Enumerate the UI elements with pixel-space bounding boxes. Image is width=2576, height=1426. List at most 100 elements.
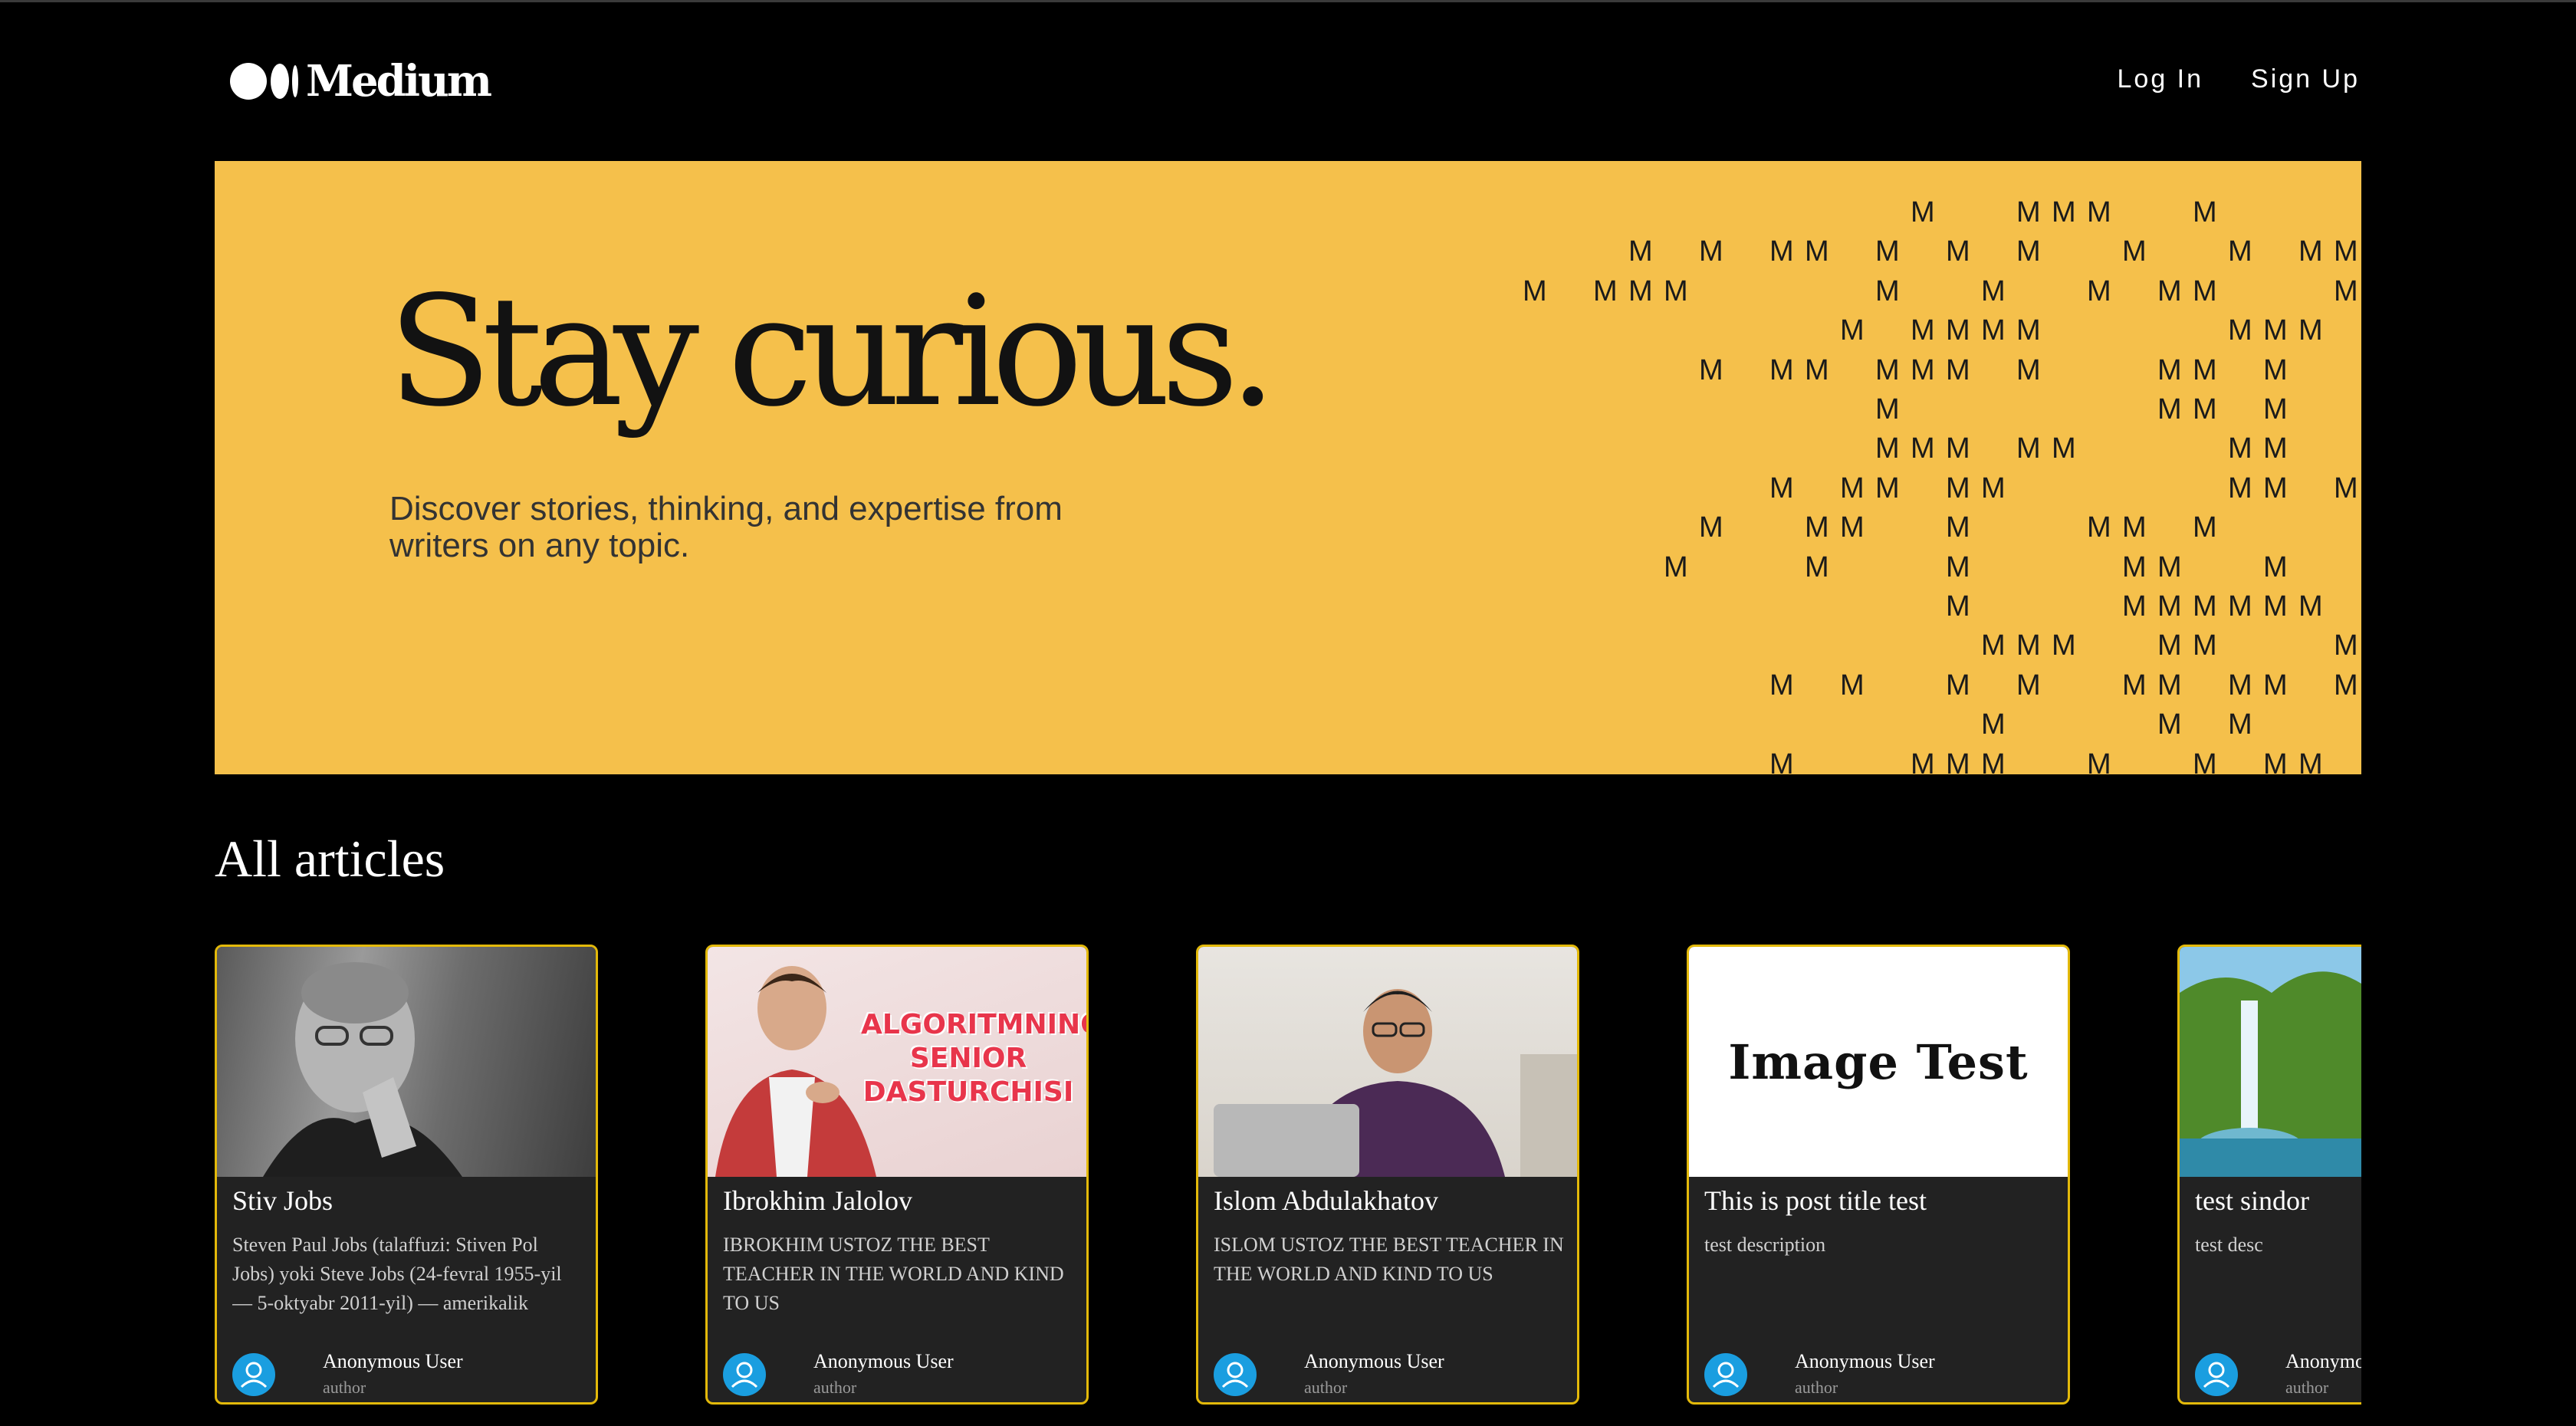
hero-pattern-letter: M: [2298, 590, 2323, 623]
hero-pattern-letter: M: [1946, 511, 1970, 544]
hero-pattern-letter: M: [1946, 590, 1970, 623]
article-image: ALGORITMNING SENIOR DASTURCHISI: [708, 947, 1086, 1177]
hero-pattern-letter: M: [1769, 353, 1794, 386]
hero-pattern-letter: M: [2228, 432, 2252, 465]
hero-pattern-letter: M: [2157, 274, 2182, 307]
author-role: author: [2285, 1378, 2329, 1397]
hero-banner: MMMMMMMMMMMMMMMMMMMMMMMMMMMMMMMMMMMMMMMM…: [215, 161, 2361, 774]
hero-pattern-letter: M: [1875, 274, 1900, 307]
hero-pattern-letter: M: [1840, 472, 1865, 504]
hero-pattern-letter: M: [2263, 314, 2288, 347]
user-avatar-icon: [723, 1353, 766, 1396]
hero-pattern-letter: M: [2334, 669, 2358, 702]
login-link[interactable]: Log In: [2118, 64, 2204, 94]
hero-pattern-letter: M: [2016, 669, 2041, 702]
hero-pattern-letter: M: [2087, 196, 2111, 228]
hero-pattern-letter: M: [2016, 196, 2041, 228]
hero-pattern-letter: M: [1805, 235, 1829, 268]
hero-pattern-letter: M: [1840, 314, 1865, 347]
image-text: Image Test: [1728, 1033, 2029, 1090]
hero-pattern-letter: M: [2334, 235, 2358, 268]
hero-pattern-letter: M: [1664, 274, 1688, 307]
hero-pattern-letter: M: [1946, 353, 1970, 386]
logo-text: Medium: [306, 56, 492, 107]
hero-pattern-letter: M: [2157, 669, 2182, 702]
hero-title: Stay curious.: [388, 263, 1277, 440]
medium-logo-icon: [230, 63, 298, 100]
article-card[interactable]: ALGORITMNING SENIOR DASTURCHISI Ibrokhim…: [705, 945, 1089, 1405]
hero-m-pattern: MMMMMMMMMMMMMMMMMMMMMMMMMMMMMMMMMMMMMMMM…: [215, 161, 2361, 774]
hero-pattern-letter: M: [2298, 235, 2323, 268]
hero-pattern-letter: M: [1946, 432, 1970, 465]
hero-pattern-letter: M: [1875, 353, 1900, 386]
author-name: Anonymous User: [1304, 1350, 1444, 1372]
hero-pattern-letter: M: [1875, 432, 1900, 465]
hero-pattern-letter: M: [1946, 472, 1970, 504]
hero-pattern-letter: M: [2193, 393, 2217, 426]
hero-pattern-letter: M: [1769, 235, 1794, 268]
header-nav: Log In Sign Up: [2118, 64, 2361, 94]
hero-pattern-letter: M: [2122, 235, 2147, 268]
article-author: Anonymous User author: [1214, 1350, 1577, 1397]
author-role: author: [1795, 1378, 1838, 1397]
hero-pattern-letter: M: [1946, 235, 1970, 268]
hero-pattern-letter: M: [1805, 511, 1829, 544]
articles-list: Stiv Jobs Steven Paul Jobs (talaffuzi: S…: [215, 945, 2361, 1405]
hero-pattern-letter: M: [2263, 432, 2288, 465]
article-card[interactable]: Islom Abdulakhatov ISLOM USTOZ THE BEST …: [1196, 945, 1579, 1405]
user-avatar-icon: [1704, 1353, 1747, 1396]
hero-pattern-letter: M: [1911, 353, 1935, 386]
hero-pattern-letter: M: [2193, 353, 2217, 386]
article-author: Anonymous User author: [2195, 1350, 2361, 1397]
hero-pattern-letter: M: [1875, 472, 1900, 504]
article-card[interactable]: Stiv Jobs Steven Paul Jobs (talaffuzi: S…: [215, 945, 598, 1405]
hero-pattern-letter: M: [1981, 472, 2006, 504]
article-author: Anonymous User author: [232, 1350, 596, 1397]
hero-pattern-letter: M: [2157, 550, 2182, 583]
medium-logo[interactable]: Medium: [230, 56, 492, 107]
article-description: test desc: [2195, 1234, 2263, 1256]
user-avatar-icon: [2195, 1353, 2238, 1396]
hero-pattern-letter: M: [2087, 748, 2111, 774]
hero-subtitle: Discover stories, thinking, and expertis…: [389, 490, 1063, 564]
hero-pattern-letter: M: [1699, 353, 1723, 386]
hero-pattern-letter: M: [1911, 314, 1935, 347]
article-title: Islom Abdulakhatov: [1214, 1185, 1438, 1216]
hero-pattern-letter: M: [2334, 629, 2358, 662]
hero-pattern-letter: M: [1769, 669, 1794, 702]
hero-pattern-letter: M: [2228, 708, 2252, 741]
hero-pattern-letter: M: [2228, 472, 2252, 504]
hero-pattern-letter: M: [2157, 590, 2182, 623]
hero-pattern-letter: M: [2193, 748, 2217, 774]
hero-pattern-letter: M: [1840, 669, 1865, 702]
hero-pattern-letter: M: [2228, 314, 2252, 347]
hero-pattern-letter: M: [1981, 274, 2006, 307]
hero-pattern-letter: M: [1769, 472, 1794, 504]
article-card[interactable]: test sindor test desc Anonymous User aut…: [2177, 945, 2361, 1405]
hero-pattern-letter: M: [2157, 353, 2182, 386]
article-card[interactable]: Image Test This is post title test test …: [1687, 945, 2070, 1405]
hero-pattern-letter: M: [2157, 629, 2182, 662]
article-title: This is post title test: [1704, 1185, 1927, 1216]
top-border: [0, 0, 2576, 2]
hero-pattern-letter: M: [2052, 629, 2076, 662]
hero-pattern-letter: M: [2016, 235, 2041, 268]
hero-pattern-letter: M: [1875, 393, 1900, 426]
hero-pattern-letter: M: [2193, 629, 2217, 662]
hero-pattern-letter: M: [2193, 274, 2217, 307]
hero-pattern-letter: M: [1911, 196, 1935, 228]
hero-pattern-letter: M: [2263, 393, 2288, 426]
hero-pattern-letter: M: [2263, 748, 2288, 774]
hero-pattern-letter: M: [2334, 472, 2358, 504]
hero-pattern-letter: M: [1628, 235, 1653, 268]
hero-pattern-letter: M: [1911, 432, 1935, 465]
hero-pattern-letter: M: [1946, 669, 1970, 702]
hero-pattern-letter: M: [1981, 708, 2006, 741]
signup-link[interactable]: Sign Up: [2251, 64, 2360, 94]
hero-pattern-letter: M: [1805, 550, 1829, 583]
hero-pattern-letter: M: [2157, 393, 2182, 426]
hero-pattern-letter: M: [1840, 511, 1865, 544]
article-title: Ibrokhim Jalolov: [723, 1185, 912, 1216]
hero-pattern-letter: M: [1523, 274, 1547, 307]
author-name: Anonymous User: [2285, 1350, 2361, 1372]
